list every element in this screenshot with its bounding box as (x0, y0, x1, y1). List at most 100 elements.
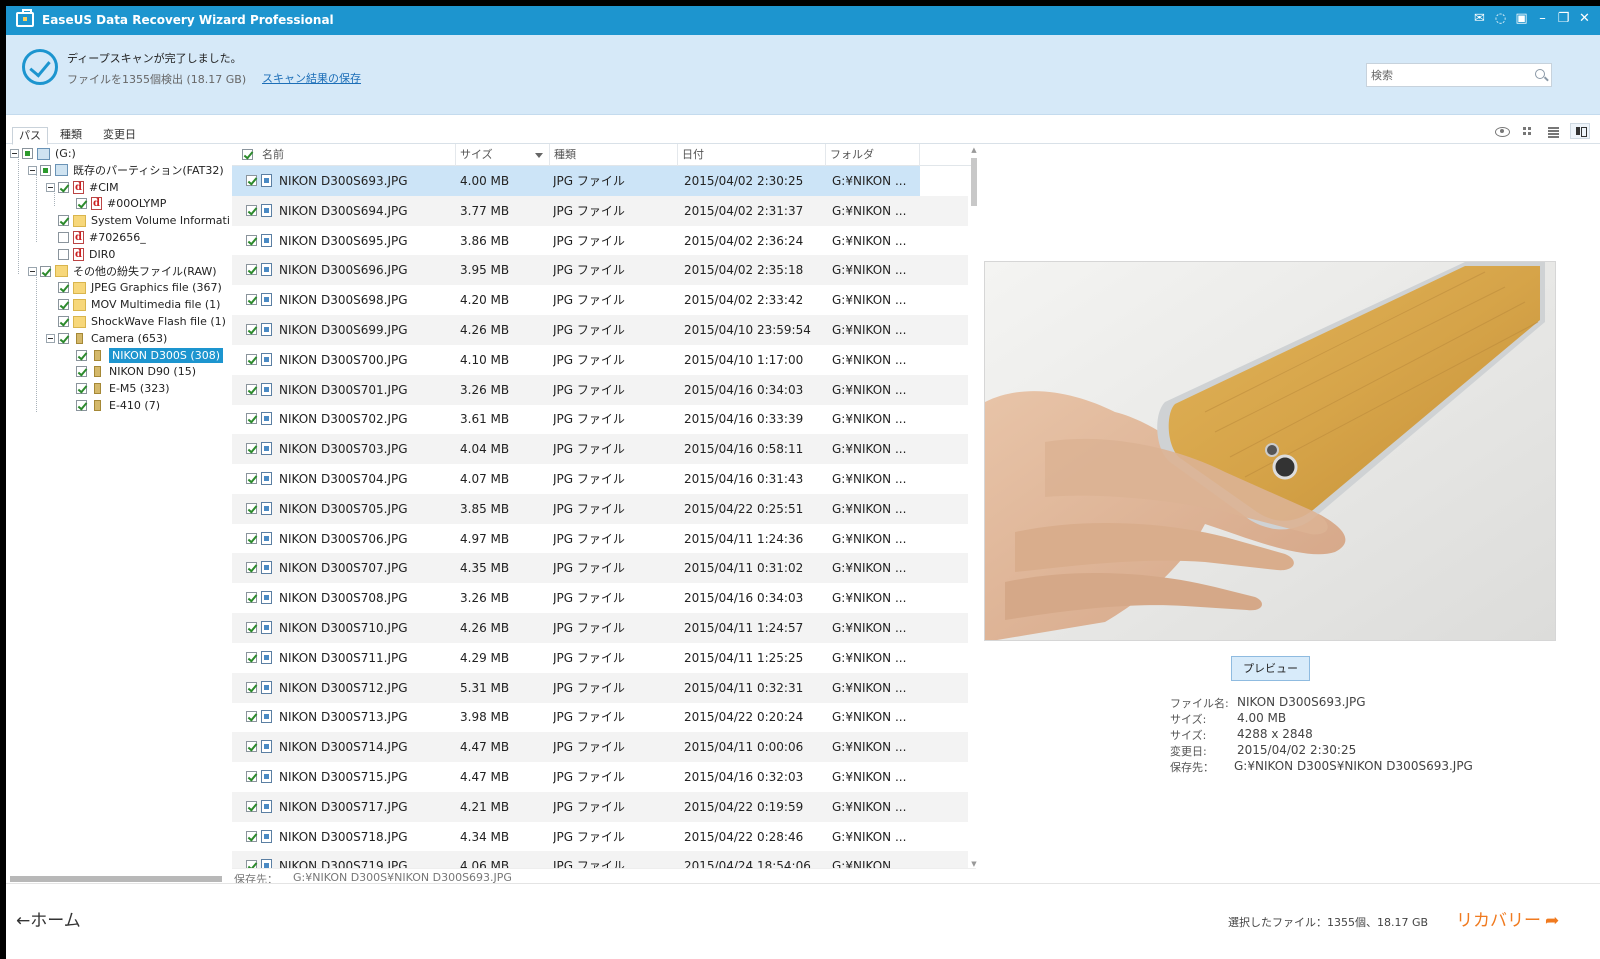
file-row[interactable]: NIKON D300S700.JPG 4.10 MB JPG ファイル 2015/04… (232, 345, 968, 375)
tree-checkbox[interactable] (76, 349, 87, 361)
file-checkbox[interactable] (246, 741, 257, 753)
column-header-date[interactable]: 日付 (678, 144, 826, 166)
collapse-toggle-icon[interactable] (28, 266, 37, 276)
column-header-type[interactable]: 種類 (550, 144, 678, 166)
tree-checkbox[interactable] (58, 299, 69, 311)
tree-checkbox[interactable] (58, 248, 69, 260)
tab-path[interactable]: パス (12, 127, 48, 145)
scrollbar-thumb[interactable] (10, 876, 222, 882)
file-row[interactable]: NIKON D300S718.JPG 4.34 MB JPG ファイル 2015/04… (232, 822, 968, 852)
detail-view-icon[interactable] (1570, 123, 1590, 139)
file-row[interactable]: NIKON D300S713.JPG 3.98 MB JPG ファイル 2015/04… (232, 702, 968, 732)
file-checkbox[interactable] (246, 771, 257, 782)
file-checkbox[interactable] (246, 175, 257, 186)
file-checkbox[interactable] (246, 711, 257, 723)
theme-icon[interactable]: ◌ (1493, 11, 1508, 27)
preview-button[interactable]: プレビュー (1231, 656, 1310, 681)
file-row[interactable]: NIKON D300S696.JPG 3.95 MB JPG ファイル 2015/04… (232, 255, 968, 286)
scroll-down-icon[interactable]: ▼ (970, 860, 978, 868)
file-checkbox[interactable] (246, 413, 257, 425)
file-checkbox[interactable] (246, 502, 257, 514)
file-row[interactable]: NIKON D300S699.JPG 4.26 MB JPG ファイル 2015/04… (232, 315, 968, 345)
file-checkbox[interactable] (246, 532, 257, 544)
column-header-size[interactable]: サイズ (456, 144, 550, 166)
file-row[interactable]: NIKON D300S698.JPG 4.20 MB JPG ファイル 2015/04… (232, 285, 968, 315)
restore-window-icon[interactable]: ▣ (1514, 11, 1529, 27)
file-row[interactable]: NIKON D300S708.JPG 3.26 MB JPG ファイル 2015/04… (232, 583, 968, 613)
file-row[interactable]: NIKON D300S714.JPG 4.47 MB JPG ファイル 2015/04… (232, 732, 968, 763)
minimize-icon[interactable]: – (1535, 11, 1550, 27)
tree-item[interactable]: d #702656_ (46, 229, 146, 246)
thumbnail-view-icon[interactable] (1518, 123, 1538, 139)
file-checkbox[interactable] (246, 473, 257, 484)
tree-item[interactable]: 既存のパーティション(FAT32) (28, 162, 224, 179)
tree-checkbox[interactable] (76, 400, 87, 411)
tree-checkbox[interactable] (22, 148, 33, 159)
tab-type[interactable]: 種類 (54, 127, 88, 144)
tree-item[interactable]: d #CIM (46, 179, 119, 196)
file-checkbox[interactable] (246, 324, 257, 335)
file-checkbox[interactable] (246, 204, 257, 216)
file-row[interactable]: NIKON D300S717.JPG 4.21 MB JPG ファイル 2015/04… (232, 791, 968, 822)
tree-checkbox[interactable] (76, 366, 87, 378)
recover-button[interactable]: リカバリー ➦ (1456, 906, 1559, 931)
file-checkbox[interactable] (246, 562, 257, 574)
tree-item[interactable]: その他の紛失ファイル(RAW) (28, 263, 217, 280)
tree-item[interactable]: E-M5 (323) (64, 380, 169, 397)
select-all-checkbox[interactable] (242, 149, 253, 160)
file-checkbox[interactable] (246, 264, 257, 276)
tree-checkbox[interactable] (76, 198, 87, 210)
tree-item[interactable]: (G:) (10, 145, 76, 162)
file-list-vertical-scrollbar[interactable]: ▲ ▼ (970, 146, 978, 872)
file-row[interactable]: NIKON D300S695.JPG 3.86 MB JPG ファイル 2015/04… (232, 226, 968, 256)
tree-item[interactable]: ShockWave Flash file (1) (46, 313, 226, 330)
collapse-toggle-icon[interactable] (46, 333, 55, 343)
tree-item[interactable]: d DIR0 (46, 246, 115, 263)
file-checkbox[interactable] (246, 234, 257, 246)
tree-horizontal-scrollbar[interactable] (6, 873, 230, 883)
tree-checkbox[interactable] (58, 232, 69, 243)
tree-item[interactable]: d #00OLYMP (64, 195, 166, 212)
tree-checkbox[interactable] (40, 265, 51, 277)
file-checkbox[interactable] (246, 681, 257, 693)
tree-item[interactable]: System Volume Information (46, 212, 230, 229)
file-row[interactable]: NIKON D300S704.JPG 4.07 MB JPG ファイル 2015/04… (232, 464, 968, 494)
tree-item[interactable]: NIKON D300S (308) (64, 347, 223, 364)
tree-checkbox[interactable] (76, 383, 87, 395)
file-checkbox[interactable] (246, 294, 257, 306)
collapse-toggle-icon[interactable] (28, 165, 37, 175)
file-row[interactable]: NIKON D300S703.JPG 4.04 MB JPG ファイル 2015/04… (232, 434, 968, 465)
file-row[interactable]: NIKON D300S693.JPG 4.00 MB JPG ファイル 2015/04… (232, 166, 920, 196)
scroll-up-icon[interactable]: ▲ (970, 146, 978, 154)
file-row[interactable]: NIKON D300S711.JPG 4.29 MB JPG ファイル 2015/04… (232, 643, 968, 673)
file-row[interactable]: NIKON D300S710.JPG 4.26 MB JPG ファイル 2015/04… (232, 613, 968, 643)
column-header-folder[interactable]: フォルダ (826, 144, 920, 166)
tree-item[interactable]: JPEG Graphics file (367) (46, 279, 222, 296)
list-view-icon[interactable] (1544, 123, 1564, 139)
file-checkbox[interactable] (246, 592, 257, 604)
file-checkbox[interactable] (246, 800, 257, 812)
tree-checkbox[interactable] (40, 164, 51, 176)
collapse-toggle-icon[interactable] (10, 149, 19, 158)
file-checkbox[interactable] (246, 830, 257, 842)
tree-item[interactable]: E-410 (7) (64, 397, 160, 414)
tab-modified-date[interactable]: 変更日 (97, 127, 142, 144)
tree-checkbox[interactable] (58, 282, 69, 294)
tree-item[interactable]: NIKON D90 (15) (64, 363, 196, 380)
tree-checkbox[interactable] (58, 332, 69, 344)
file-row[interactable]: NIKON D300S701.JPG 3.26 MB JPG ファイル 2015/04… (232, 374, 968, 405)
file-row[interactable]: NIKON D300S694.JPG 3.77 MB JPG ファイル 2015/04… (232, 195, 968, 226)
preview-toggle-icon[interactable] (1492, 123, 1512, 139)
home-button[interactable]: ←ホーム (16, 906, 81, 931)
collapse-toggle-icon[interactable] (46, 182, 55, 192)
tree-item[interactable]: Camera (653) (46, 330, 167, 347)
chat-icon[interactable]: ✉ (1472, 11, 1487, 27)
file-row[interactable]: NIKON D300S706.JPG 4.97 MB JPG ファイル 2015/04… (232, 524, 968, 554)
file-row[interactable]: NIKON D300S712.JPG 5.31 MB JPG ファイル 2015/04… (232, 672, 968, 703)
file-row[interactable]: NIKON D300S705.JPG 3.85 MB JPG ファイル 2015/04… (232, 493, 968, 524)
file-checkbox[interactable] (246, 651, 257, 663)
file-checkbox[interactable] (246, 622, 257, 633)
search-input[interactable] (1371, 66, 1531, 84)
close-icon[interactable]: ✕ (1577, 11, 1592, 27)
tree-checkbox[interactable] (58, 316, 69, 327)
